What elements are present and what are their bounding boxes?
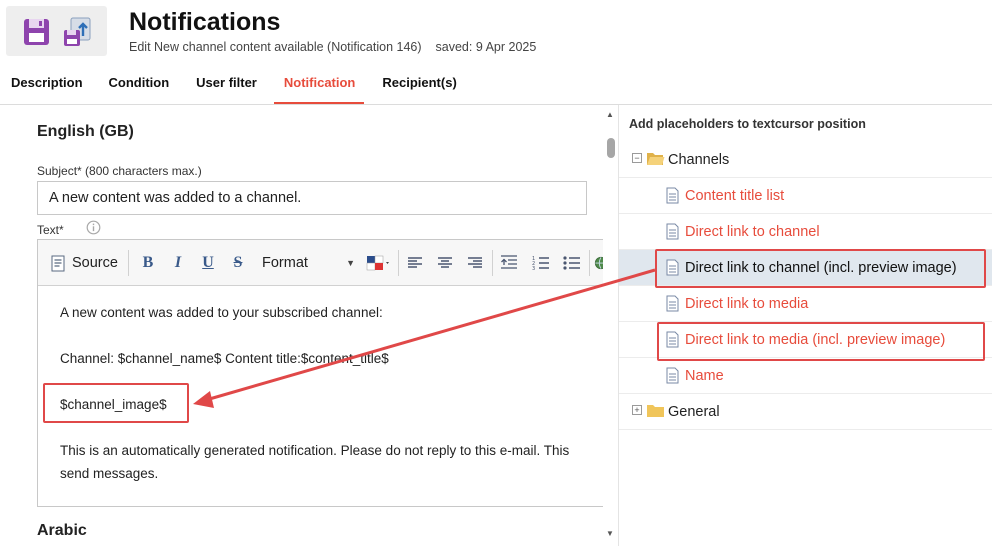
text-color-icon [366,255,389,271]
source-icon [51,255,65,271]
subject-input[interactable] [37,181,587,215]
tab-description[interactable]: Description [11,60,83,105]
tree-label-channels: Channels [668,152,730,168]
content-line-disclaimer: This is an automatically generated notif… [60,443,570,458]
align-center-button[interactable] [434,251,456,275]
page-subtitle: Edit New channel content available (Noti… [129,40,536,54]
toolbar-separator [589,250,590,276]
scroll-thumb[interactable] [607,138,615,158]
folder-icon [647,405,664,417]
content-line-channel: Channel: $channel_name$ Content title:$c… [60,351,389,366]
content-line-intro: A new content was added to your subscrib… [60,305,383,320]
collapse-icon[interactable]: − [632,153,642,163]
editor-toolbar: Source B I U S Format ▼ 1 2 3 [38,240,618,286]
format-dropdown[interactable]: Format ▼ [262,251,357,275]
text-color-button[interactable] [365,251,393,275]
placeholder-panel-header: Add placeholders to textcursor position [629,117,866,131]
toolbar-separator [128,250,129,276]
content-line-disclaimer-end: send messages. [60,466,159,481]
align-right-button[interactable] [464,251,486,275]
tree-group-channels[interactable]: − Channels [619,142,992,178]
tab-recipients[interactable]: Recipient(s) [382,60,456,105]
placeholder-label: Content title list [685,188,785,204]
save-icon [24,19,49,45]
format-label: Format [262,255,308,271]
toolbar-separator [398,250,399,276]
highlight-media-preview [657,322,985,361]
page-title: Notifications [129,8,281,36]
highlight-channel-preview [655,249,986,288]
highlight-channel-image-placeholder [43,383,189,423]
expand-icon[interactable]: + [632,405,642,415]
placeholder-label: Direct link to channel [685,224,820,240]
tab-condition[interactable]: Condition [109,60,170,105]
strikethrough-button[interactable]: S [227,251,249,275]
tree-group-general[interactable]: + General [619,394,992,430]
align-left-icon [408,257,422,268]
placeholder-item-direct-link-media[interactable]: Direct link to media [619,286,992,322]
header-toolbox [6,6,107,56]
bulleted-list-icon [563,256,580,270]
saved-date: saved: 9 Apr 2025 [435,40,537,54]
subject-label: Subject* (800 characters max.) [37,164,202,178]
italic-button[interactable]: I [167,251,189,275]
source-label: Source [72,255,118,271]
info-icon[interactable] [86,220,101,235]
document-icon [666,295,679,312]
tab-user-filter[interactable]: User filter [196,60,257,105]
save-as-icon [64,17,91,46]
source-button[interactable]: Source [51,251,127,275]
placeholder-item-name[interactable]: Name [619,358,992,394]
scroll-down-icon[interactable]: ▼ [606,529,614,538]
tab-bar: Description Condition User filter Notifi… [0,60,457,105]
chevron-down-icon: ▼ [346,258,355,268]
toolbar-separator [492,250,493,276]
editor-scrollbar[interactable]: ▲ ▼ [603,105,618,546]
notification-editor-panel: English (GB) Subject* (800 characters ma… [0,105,618,546]
align-center-icon [438,257,452,268]
document-icon [666,223,679,240]
numbered-list-icon: 123 [532,256,549,271]
underline-button[interactable]: U [197,251,219,275]
placeholder-label: Direct link to media [685,296,809,312]
folder-open-icon [647,153,665,165]
text-label: Text* [37,223,64,237]
bold-button[interactable]: B [137,251,159,275]
language-heading-arabic: Arabic [37,522,87,539]
save-button[interactable] [22,16,52,48]
scroll-up-icon[interactable]: ▲ [606,110,614,119]
notification-description: Edit New channel content available (Noti… [129,40,422,54]
bulleted-list-button[interactable] [561,251,583,275]
tree-label-general: General [668,404,720,420]
placeholder-label: Name [685,368,724,384]
numbered-list-button[interactable]: 123 [530,251,552,275]
align-right-icon [468,257,482,268]
placeholder-item-direct-link-channel[interactable]: Direct link to channel [619,214,992,250]
placeholder-item-content-title-list[interactable]: Content title list [619,178,992,214]
language-heading: English (GB) [37,123,134,140]
document-icon [666,187,679,204]
indent-icon [501,255,517,269]
document-icon [666,367,679,384]
rich-text-editor: Source B I U S Format ▼ 1 2 3 A new cont… [37,239,618,507]
tab-notification[interactable]: Notification [273,60,365,105]
align-left-button[interactable] [404,251,426,275]
save-as-button[interactable] [63,16,93,48]
svg-text:3: 3 [532,266,535,271]
indent-button[interactable] [498,251,520,275]
